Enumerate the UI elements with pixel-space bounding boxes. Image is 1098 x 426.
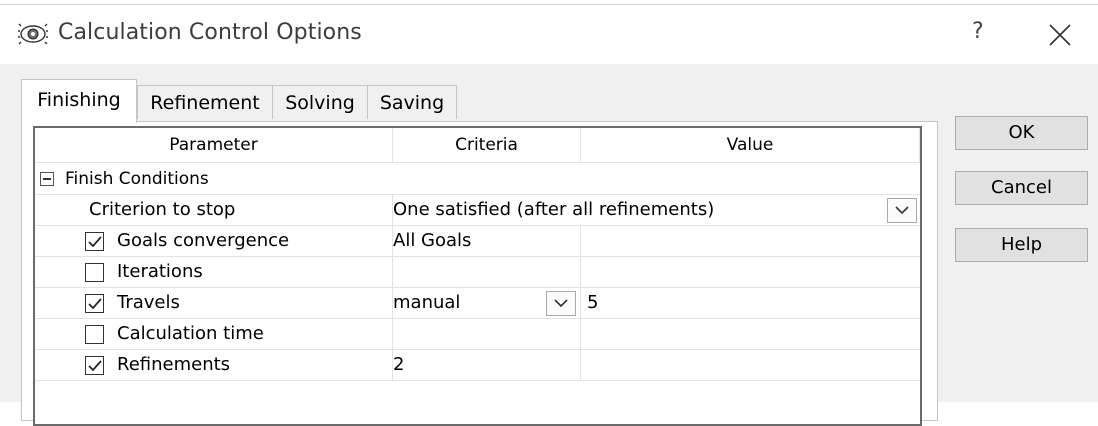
- criteria-dropdown-button[interactable]: [546, 291, 576, 316]
- ok-button[interactable]: OK: [955, 116, 1088, 150]
- column-header-parameter[interactable]: Parameter: [35, 128, 393, 163]
- criteria-cell[interactable]: manual: [393, 288, 581, 319]
- table-row: Iterations: [35, 257, 920, 288]
- help-title-button[interactable]: ?: [972, 19, 984, 44]
- parameter-label: Calculation time: [117, 323, 264, 344]
- calculation-time-checkbox[interactable]: [85, 325, 104, 344]
- group-row-finish-conditions: Finish Conditions: [35, 164, 920, 195]
- criteria-cell[interactable]: [393, 319, 581, 350]
- parameter-cell: Iterations: [35, 257, 393, 288]
- column-header-criteria[interactable]: Criteria: [393, 128, 581, 163]
- close-icon[interactable]: [1046, 21, 1074, 49]
- tab-saving[interactable]: Saving: [367, 85, 457, 119]
- title-bar: Calculation Control Options ?: [0, 0, 1098, 64]
- window-title: Calculation Control Options: [58, 20, 362, 45]
- criteria-value: manual: [393, 292, 461, 313]
- group-label: Finish Conditions: [65, 169, 209, 189]
- parameter-label: Iterations: [117, 261, 203, 282]
- travels-checkbox[interactable]: [85, 294, 104, 313]
- value-cell[interactable]: [581, 350, 920, 381]
- parameter-grid: Parameter Criteria Value Finish Conditio…: [33, 126, 922, 426]
- parameter-cell: Goals convergence: [35, 226, 393, 257]
- criteria-cell[interactable]: 2: [393, 350, 581, 381]
- parameter-cell: Travels: [35, 288, 393, 319]
- parameter-cell: Criterion to stop: [35, 195, 393, 226]
- value-cell[interactable]: [581, 319, 920, 350]
- table-row: Criterion to stop One satisfied (after a…: [35, 195, 920, 226]
- table-row: Calculation time: [35, 319, 920, 350]
- value-cell[interactable]: [581, 257, 920, 288]
- tab-finishing[interactable]: Finishing: [21, 79, 137, 123]
- parameter-cell: Refinements: [35, 350, 393, 381]
- dialog-body: Finishing Refinement Solving Saving Para…: [0, 64, 1098, 426]
- criteria-dropdown-button[interactable]: [887, 198, 917, 223]
- cancel-button[interactable]: Cancel: [955, 171, 1088, 205]
- tab-solving[interactable]: Solving: [272, 85, 368, 119]
- parameter-label: Travels: [117, 292, 180, 313]
- criteria-value: One satisfied (after all refinements): [393, 199, 715, 220]
- value-text: 5: [587, 292, 599, 313]
- value-cell[interactable]: [581, 226, 920, 257]
- parameter-label: Refinements: [117, 354, 231, 375]
- help-button[interactable]: Help: [955, 228, 1088, 262]
- table-row: Travels manual 5: [35, 288, 920, 319]
- criteria-cell[interactable]: One satisfied (after all refinements): [393, 195, 920, 226]
- parameter-label: Criterion to stop: [89, 199, 236, 220]
- refinements-checkbox[interactable]: [85, 356, 104, 375]
- parameter-cell: Calculation time: [35, 319, 393, 350]
- group-cell: Finish Conditions: [35, 164, 920, 195]
- table-row: Goals convergence All Goals: [35, 226, 920, 257]
- title-divider: [0, 4, 1098, 5]
- criteria-value: 2: [393, 354, 405, 375]
- criteria-cell[interactable]: [393, 257, 581, 288]
- collapse-icon[interactable]: [40, 172, 54, 186]
- goals-convergence-checkbox[interactable]: [85, 232, 104, 251]
- column-header-value[interactable]: Value: [581, 128, 920, 163]
- iterations-checkbox[interactable]: [85, 263, 104, 282]
- tab-refinement[interactable]: Refinement: [137, 85, 273, 119]
- gear-eye-icon: [18, 23, 48, 45]
- criteria-cell[interactable]: All Goals: [393, 226, 581, 257]
- criteria-value: All Goals: [393, 230, 472, 251]
- parameter-label: Goals convergence: [117, 230, 290, 251]
- table-row: Refinements 2: [35, 350, 920, 381]
- value-cell[interactable]: 5: [581, 288, 920, 319]
